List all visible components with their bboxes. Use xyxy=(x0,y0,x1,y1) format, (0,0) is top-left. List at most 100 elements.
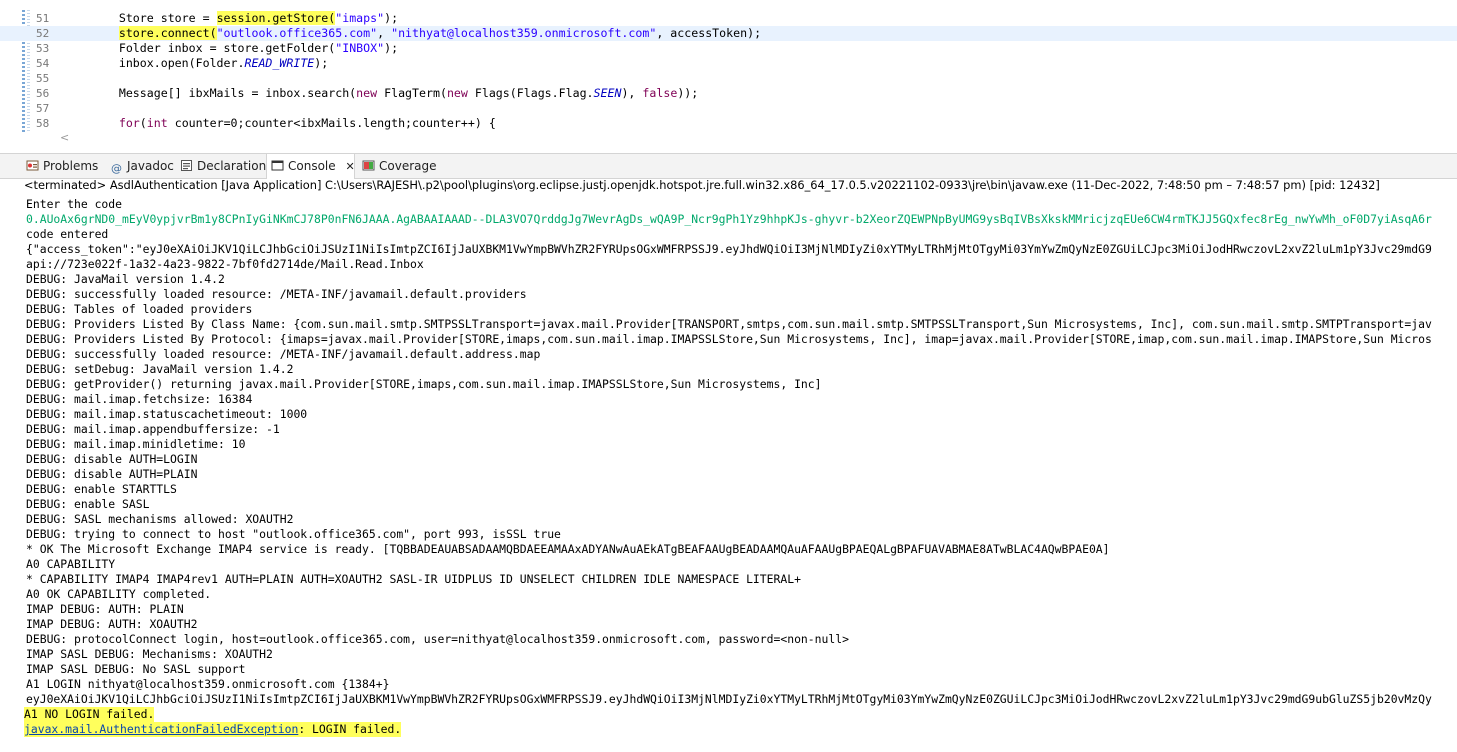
declaration-icon xyxy=(180,156,193,171)
code-line[interactable]: 57 xyxy=(0,101,1457,116)
console-line: api://723e022f-1a32-4a23-9822-7bf0fd2714… xyxy=(26,257,424,271)
problems-icon xyxy=(26,156,39,171)
code-line[interactable]: 52 store.connect("outlook.office365.com"… xyxy=(0,26,1457,41)
code-token: "imaps" xyxy=(335,11,385,25)
console-output[interactable]: Enter the code 0.AUoAx6grND0_mEyV0ypjvrBm… xyxy=(0,195,1457,752)
code-token: "outlook.office365.com" xyxy=(216,26,378,40)
console-line: eyJ0eXAiOiJKV1QiLCJhbGciOiJSUzI1NiIsImtp… xyxy=(26,692,1432,706)
code-token: , xyxy=(377,26,392,40)
console-status-line: <terminated> AsdlAuthentication [Java Ap… xyxy=(24,178,1380,192)
tab-problems[interactable]: Problems xyxy=(26,154,98,178)
tab-label: Problems xyxy=(43,159,99,173)
line-number: 56 xyxy=(36,87,50,100)
code-token: READ_WRITE xyxy=(244,56,315,70)
line-number: 58 xyxy=(36,117,50,130)
code-token: inbox.open(Folder. xyxy=(63,56,245,70)
code-token: Flags(Flags.Flag. xyxy=(467,86,594,100)
console-line: DEBUG: mail.imap.minidletime: 10 xyxy=(26,437,246,451)
console-line: Enter the code xyxy=(26,197,123,211)
close-icon[interactable]: ✕ xyxy=(345,160,354,173)
code-token: Store store = xyxy=(63,11,217,25)
line-number: 52 xyxy=(36,27,50,40)
tab-javadoc[interactable]: @ Javadoc xyxy=(110,154,174,178)
code-line[interactable]: 58 for(int counter=0;counter<ibxMails.le… xyxy=(0,116,1457,131)
code-token: session.getStore( xyxy=(216,11,336,25)
code-text: Message[] ibxMails = inbox.search(new Fl… xyxy=(63,86,698,101)
code-token: ); xyxy=(384,41,399,55)
tab-label: Coverage xyxy=(379,159,437,173)
console-line: DEBUG: SASL mechanisms allowed: XOAUTH2 xyxy=(26,512,294,526)
console-line: A1 NO LOGIN failed. xyxy=(24,707,155,722)
console-line: DEBUG: successfully loaded resource: /ME… xyxy=(26,347,541,361)
console-line: DEBUG: mail.imap.statuscachetimeout: 100… xyxy=(26,407,308,421)
console-line: DEBUG: Providers Listed By Protocol: {im… xyxy=(26,332,1432,346)
line-number: 53 xyxy=(36,42,50,55)
line-number: 57 xyxy=(36,102,50,115)
console-line: DEBUG: mail.imap.appendbuffersize: -1 xyxy=(26,422,280,436)
code-token: , accessToken); xyxy=(656,26,762,40)
console-line: DEBUG: disable AUTH=LOGIN xyxy=(26,452,198,466)
tab-label: Declaration xyxy=(197,159,267,173)
console-line: DEBUG: enable SASL xyxy=(26,497,150,511)
console-line: 0.AUoAx6grND0_mEyV0ypjvrBm1y8CPnIyGiNKmC… xyxy=(26,212,1432,226)
console-line: IMAP DEBUG: AUTH: XOAUTH2 xyxy=(26,617,198,631)
view-tab-bar: Problems @ Javadoc Declaration Console ✕ … xyxy=(0,153,1457,179)
code-token: false xyxy=(642,86,678,100)
code-token: ), xyxy=(621,86,643,100)
code-line[interactable]: 55 xyxy=(0,71,1457,86)
code-token: )); xyxy=(677,86,699,100)
tab-declaration[interactable]: Declaration xyxy=(180,154,266,178)
javadoc-icon: @ xyxy=(111,162,122,175)
code-token: Folder inbox = store.getFolder( xyxy=(63,41,336,55)
console-line: IMAP DEBUG: AUTH: PLAIN xyxy=(26,602,184,616)
line-number: 54 xyxy=(36,57,50,70)
exception-message: : LOGIN failed. xyxy=(298,722,402,736)
console-line: A0 CAPABILITY xyxy=(26,557,116,571)
code-token: counter=0;counter<ibxMails.length;counte… xyxy=(167,116,496,130)
console-line: DEBUG: Providers Listed By Class Name: {… xyxy=(26,317,1432,331)
tab-coverage[interactable]: Coverage xyxy=(362,154,437,178)
console-line: DEBUG: enable STARTTLS xyxy=(26,482,177,496)
console-line: DEBUG: getProvider() returning javax.mai… xyxy=(26,377,822,391)
scroll-left-arrow-icon[interactable]: < xyxy=(60,131,69,144)
code-token: Message[] ibxMails = inbox.search( xyxy=(63,86,357,100)
code-token: ); xyxy=(314,56,329,70)
exception-link[interactable]: javax.mail.AuthenticationFailedException xyxy=(24,722,298,736)
console-line: javax.mail.AuthenticationFailedException… xyxy=(24,722,402,737)
tab-console[interactable]: Console ✕ xyxy=(266,154,355,179)
code-line[interactable]: 56 Message[] ibxMails = inbox.search(new… xyxy=(0,86,1457,101)
console-line: DEBUG: disable AUTH=PLAIN xyxy=(26,467,198,481)
console-line: A1 LOGIN nithyat@localhost359.onmicrosof… xyxy=(26,677,390,691)
code-token: ( xyxy=(139,116,147,130)
console-line: * OK The Microsoft Exchange IMAP4 servic… xyxy=(26,542,1110,556)
console-line: * CAPABILITY IMAP4 IMAP4rev1 AUTH=PLAIN … xyxy=(26,572,801,586)
code-token: SEEN xyxy=(593,86,622,100)
console-line: DEBUG: setDebug: JavaMail version 1.4.2 xyxy=(26,362,294,376)
code-line[interactable]: 54 inbox.open(Folder.READ_WRITE); xyxy=(0,56,1457,71)
line-number: 51 xyxy=(36,12,50,25)
code-token: int xyxy=(146,116,168,130)
console-line: code entered xyxy=(26,227,109,241)
code-line[interactable]: 53 Folder inbox = store.getFolder("INBOX… xyxy=(0,41,1457,56)
tab-label: Javadoc xyxy=(127,159,174,173)
console-line: IMAP SASL DEBUG: Mechanisms: XOAUTH2 xyxy=(26,647,273,661)
code-token: "INBOX" xyxy=(335,41,385,55)
console-line: DEBUG: trying to connect to host "outloo… xyxy=(26,527,561,541)
code-token: "nithyat@localhost359.onmicrosoft.com" xyxy=(391,26,657,40)
code-token: for xyxy=(118,116,140,130)
code-text: inbox.open(Folder.READ_WRITE); xyxy=(63,56,328,71)
code-token: ); xyxy=(384,11,399,25)
code-token: FlagTerm( xyxy=(377,86,447,100)
console-line: DEBUG: protocolConnect login, host=outlo… xyxy=(26,632,849,646)
console-line: IMAP SASL DEBUG: No SASL support xyxy=(26,662,246,676)
code-editor[interactable]: 51 Store store = session.getStore("imaps… xyxy=(0,0,1457,148)
code-token: store.connect( xyxy=(118,26,217,40)
code-line[interactable]: 51 Store store = session.getStore("imaps… xyxy=(0,11,1457,26)
code-text: store.connect("outlook.office365.com", "… xyxy=(63,26,761,41)
console-line: A0 OK CAPABILITY completed. xyxy=(26,587,212,601)
console-line: DEBUG: successfully loaded resource: /ME… xyxy=(26,287,527,301)
coverage-icon xyxy=(362,156,375,171)
code-text: Folder inbox = store.getFolder("INBOX"); xyxy=(63,41,398,56)
